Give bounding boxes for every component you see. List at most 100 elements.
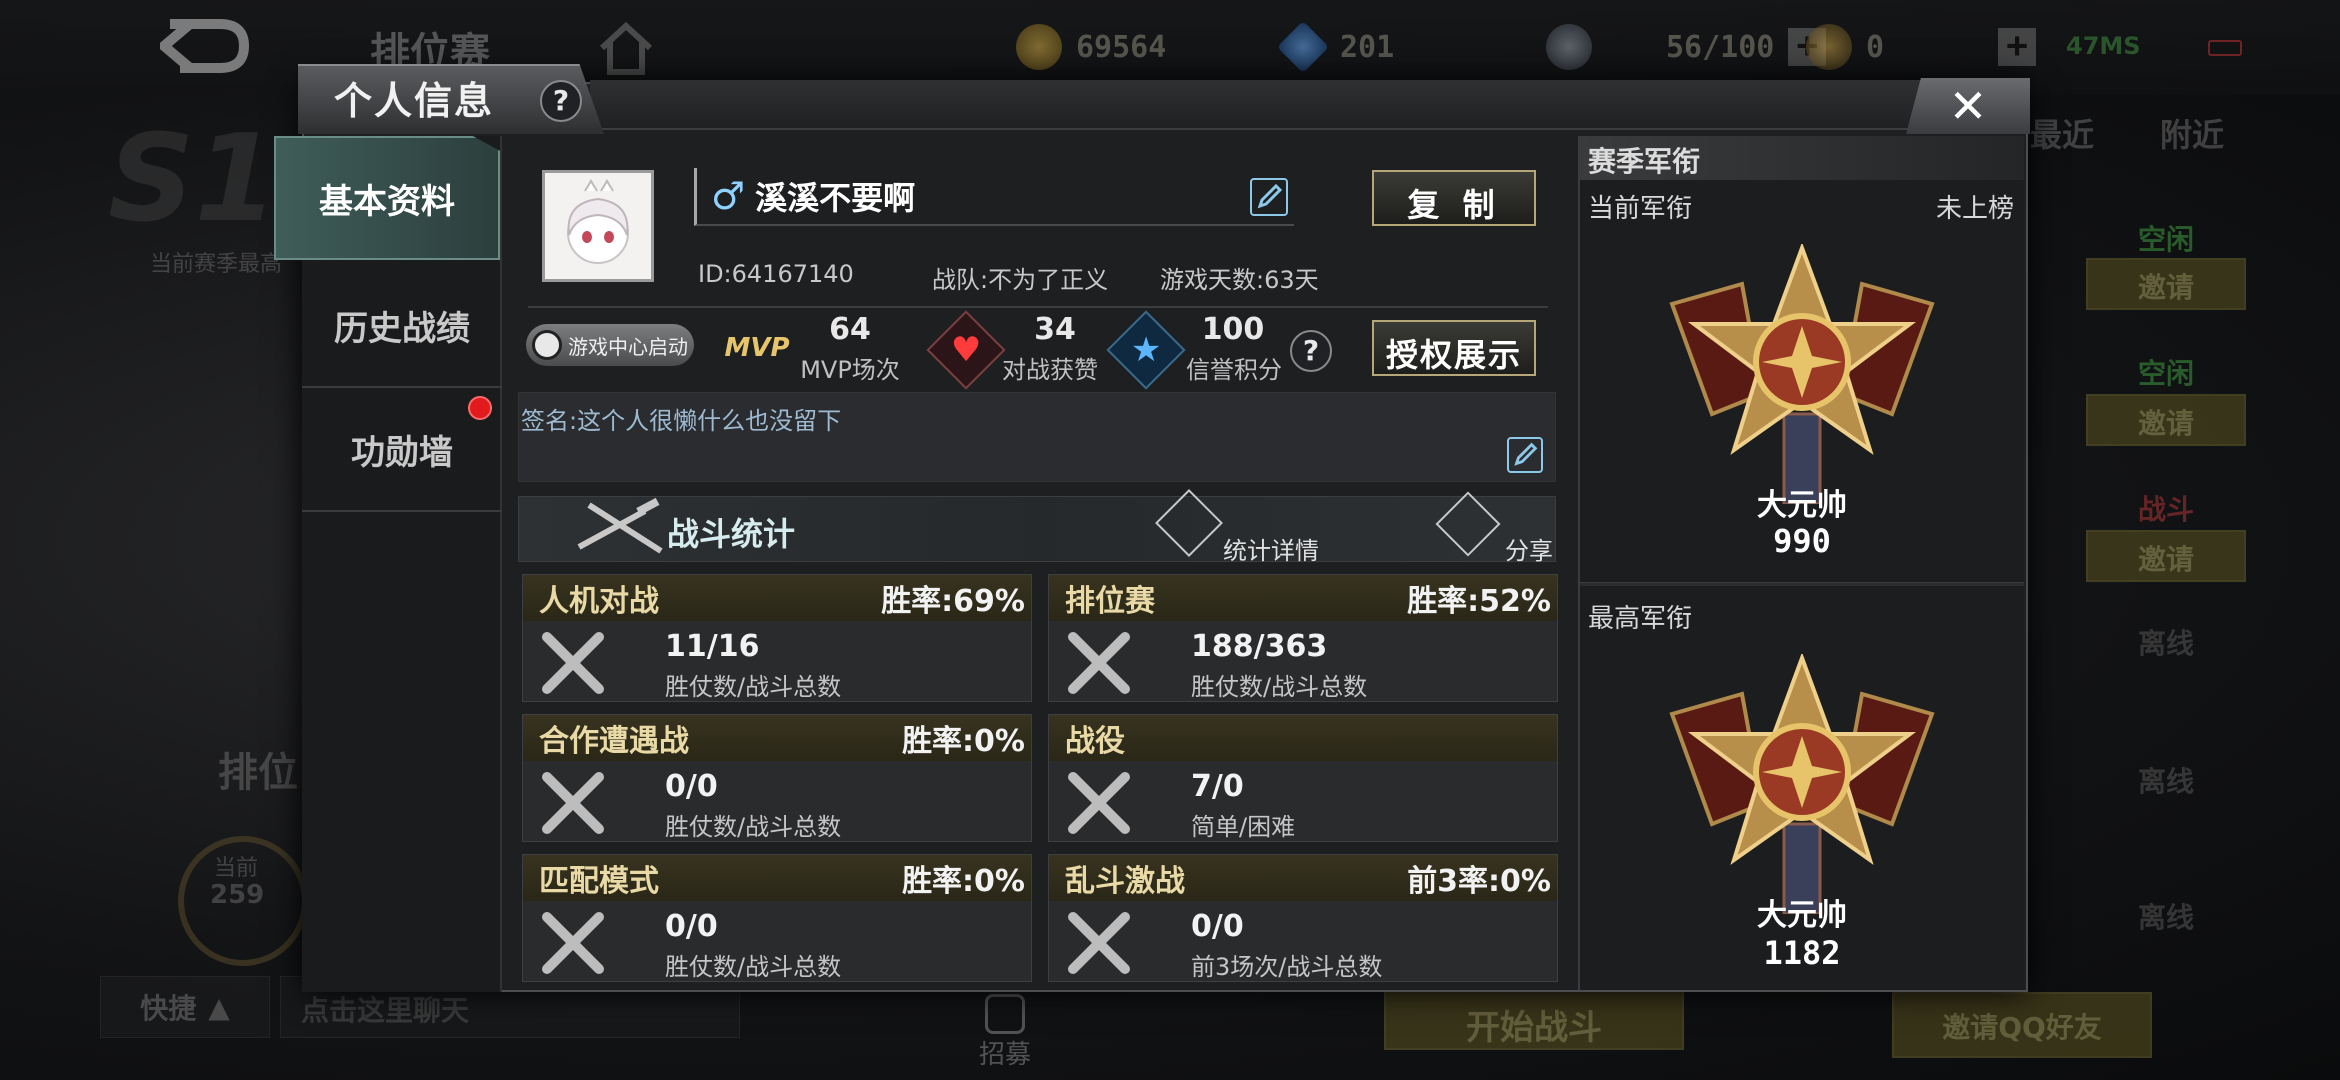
player-name-field: ♂ 溪溪不要啊 bbox=[694, 168, 1294, 226]
copy-button[interactable]: 复 制 bbox=[1372, 170, 1536, 226]
mode-record: 188/363 bbox=[1191, 629, 1328, 664]
mode-card[interactable]: 排位赛 胜率:52% 188/363 胜仗数/战斗总数 bbox=[1048, 574, 1558, 702]
ticket-value: 0 bbox=[1866, 29, 1885, 65]
close-icon: ✕ bbox=[1948, 79, 1988, 133]
win-rate: 胜率:69% bbox=[881, 584, 1025, 619]
question-icon[interactable]: ? bbox=[540, 80, 582, 122]
mvp-label: MVP场次 bbox=[800, 356, 900, 384]
player-team: 战队:不为了正义 bbox=[932, 266, 1109, 294]
season-badge: S1 bbox=[108, 110, 278, 249]
stats-details-button[interactable]: 统计详情 bbox=[1147, 489, 1347, 565]
tab-recent[interactable]: 最近 bbox=[2030, 110, 2094, 156]
likes-count: 34 bbox=[1034, 312, 1076, 347]
recruit-label: 招募 bbox=[978, 1040, 1031, 1070]
ticket-counter: 0 + bbox=[1806, 22, 2037, 72]
mode-name: 乱斗激战 bbox=[1065, 864, 1185, 899]
win-rate: 胜率:0% bbox=[902, 724, 1025, 759]
mode-record: 0/0 bbox=[665, 769, 718, 804]
mode-record: 7/0 bbox=[1191, 769, 1244, 804]
male-icon: ♂ bbox=[711, 174, 746, 218]
add-ticket-button[interactable]: + bbox=[1998, 28, 2037, 66]
mode-record: 0/0 bbox=[1191, 909, 1244, 944]
mode-card[interactable]: 人机对战 胜率:69% 11/16 胜仗数/战斗总数 bbox=[522, 574, 1032, 702]
penguin-icon bbox=[532, 330, 562, 360]
game-center-launch-button[interactable]: 游戏中心启动 bbox=[526, 324, 694, 366]
leaderboard-status: 未上榜 bbox=[1935, 194, 2014, 224]
dialog-nav: 基本资料 历史战绩 功勋墙 bbox=[274, 136, 502, 992]
battle-stats-title: 战斗统计 bbox=[667, 515, 796, 553]
crossed-swords-icon bbox=[1063, 627, 1135, 699]
crossed-swords-icon bbox=[537, 907, 609, 979]
mode-record-label: 胜仗数/战斗总数 bbox=[665, 673, 842, 701]
divider bbox=[528, 306, 1548, 308]
win-rate: 胜率:52% bbox=[1407, 584, 1551, 619]
mode-name: 排位赛 bbox=[1065, 584, 1155, 619]
nav-item-label: 历史战绩 bbox=[334, 308, 470, 349]
win-rate: 胜率:0% bbox=[902, 864, 1025, 899]
dialog-header-strip bbox=[590, 80, 2026, 130]
home-icon[interactable] bbox=[596, 18, 656, 78]
mode-name: 匹配模式 bbox=[539, 864, 659, 899]
quick-chat-label: 快捷 bbox=[140, 992, 197, 1025]
mode-record-label: 前3场次/战斗总数 bbox=[1191, 953, 1383, 981]
gold-coin-icon bbox=[1016, 24, 1062, 70]
battery-icon bbox=[2208, 40, 2242, 56]
mode-name: 人机对战 bbox=[539, 584, 659, 619]
mode-record-label: 胜仗数/战斗总数 bbox=[1191, 673, 1368, 701]
share-icon bbox=[1435, 491, 1501, 557]
crossed-swords-icon bbox=[1063, 907, 1135, 979]
win-rate: 前3率:0% bbox=[1407, 864, 1551, 899]
invite-button[interactable]: 邀请 bbox=[2086, 394, 2246, 446]
tab-nearby[interactable]: 附近 bbox=[2160, 110, 2224, 156]
credit-help-icon[interactable]: ? bbox=[1290, 330, 1332, 372]
current-rank-title: 当前军衔 bbox=[1588, 194, 1693, 224]
authorize-display-button[interactable]: 授权展示 bbox=[1372, 320, 1536, 376]
highest-rank-emblem bbox=[1652, 652, 1952, 916]
friend-status: 空闲 bbox=[2138, 357, 2195, 390]
invite-button[interactable]: 邀请 bbox=[2086, 258, 2246, 310]
mode-card[interactable]: 合作遭遇战 胜率:0% 0/0 胜仗数/战斗总数 bbox=[522, 714, 1032, 842]
ping-indicator: 47MS bbox=[2066, 32, 2141, 60]
mvp-icon: MVP bbox=[724, 333, 790, 363]
rifle-icon bbox=[575, 497, 671, 559]
edit-signature-icon[interactable] bbox=[1507, 437, 1543, 473]
current-rank-score: 990 bbox=[1773, 522, 1831, 560]
current-rank-value: 259 bbox=[210, 880, 265, 910]
invite-qq-button[interactable]: 邀请QQ好友 bbox=[1892, 992, 2152, 1058]
share-button[interactable]: 分享 bbox=[1433, 491, 1557, 565]
diamond-value: 201 bbox=[1340, 29, 1395, 65]
rank-mode-label: 排位 bbox=[218, 750, 298, 796]
avatar[interactable] bbox=[542, 170, 654, 282]
quick-chat-button[interactable]: 快捷 ▲ bbox=[100, 976, 270, 1038]
close-button[interactable]: ✕ bbox=[1906, 78, 2030, 134]
dialog-title: 个人信息 bbox=[334, 79, 495, 123]
start-battle-button[interactable]: 开始战斗 bbox=[1384, 990, 1684, 1050]
current-rank-emblem bbox=[1652, 242, 1952, 506]
notification-badge bbox=[468, 396, 492, 420]
current-rank-label: 当前 bbox=[214, 856, 259, 881]
player-name: 溪溪不要啊 bbox=[755, 179, 916, 217]
stamina-icon bbox=[1546, 24, 1592, 70]
mode-card[interactable]: 战役 7/0 简单/困难 bbox=[1048, 714, 1558, 842]
invite-button[interactable]: 邀请 bbox=[2086, 530, 2246, 582]
nav-item-label: 基本资料 bbox=[319, 181, 455, 222]
ticket-icon bbox=[1806, 24, 1852, 70]
nav-item-basic-info[interactable]: 基本资料 bbox=[274, 136, 500, 260]
crossed-swords-icon bbox=[537, 627, 609, 699]
play-days: 游戏天数:63天 bbox=[1160, 266, 1319, 294]
nav-item-honor-wall[interactable]: 功勋墙 bbox=[302, 388, 502, 512]
credit-score: 100 bbox=[1201, 312, 1265, 347]
nav-item-label: 功勋墙 bbox=[351, 432, 453, 473]
magnifier-icon bbox=[1155, 489, 1223, 557]
recruit-button[interactable]: 招募 bbox=[968, 994, 1042, 1074]
recruit-icon bbox=[985, 994, 1025, 1034]
stamina-counter: 56/100 + bbox=[1546, 22, 1827, 72]
mode-card[interactable]: 匹配模式 胜率:0% 0/0 胜仗数/战斗总数 bbox=[522, 854, 1032, 982]
mode-name: 战役 bbox=[1065, 724, 1125, 759]
mode-card[interactable]: 乱斗激战 前3率:0% 0/0 前3场次/战斗总数 bbox=[1048, 854, 1558, 982]
back-icon[interactable] bbox=[156, 16, 250, 74]
chevron-up-icon: ▲ bbox=[208, 990, 230, 1024]
mode-record: 11/16 bbox=[665, 629, 760, 664]
nav-item-history[interactable]: 历史战绩 bbox=[302, 264, 502, 388]
edit-name-icon[interactable] bbox=[1250, 178, 1288, 216]
